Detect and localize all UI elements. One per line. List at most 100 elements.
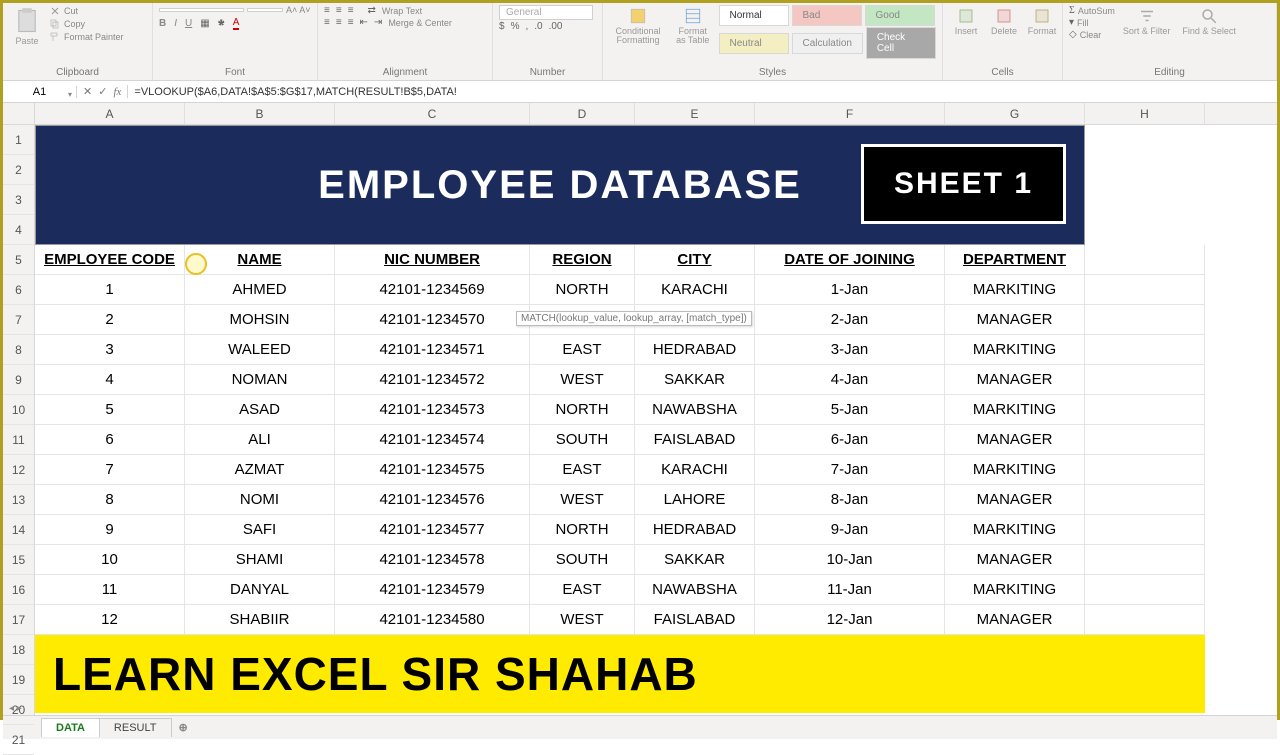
clear-button[interactable]: ◇Clear (1069, 29, 1115, 40)
table-row[interactable]: 10SHAMI42101-1234578SOUTHSAKKAR10-JanMAN… (35, 545, 1277, 575)
name-box[interactable]: A1 (3, 86, 77, 98)
col-header-G[interactable]: G (945, 103, 1085, 124)
cut-button[interactable]: Cut (49, 5, 124, 17)
row-header-12[interactable]: 12 (3, 455, 34, 485)
row-header-11[interactable]: 11 (3, 425, 34, 455)
row-header-1[interactable]: 1 (3, 125, 34, 155)
alignment-group-label: Alignment (324, 66, 486, 80)
style-neutral[interactable]: Neutral (719, 33, 789, 54)
row-header-3[interactable]: 3 (3, 185, 34, 215)
enter-formula-icon[interactable]: ✓ (98, 85, 107, 98)
col-header-F[interactable]: F (755, 103, 945, 124)
cells-group-label: Cells (949, 66, 1056, 80)
sort-filter-button[interactable]: Sort & Filter (1119, 5, 1175, 38)
row-header-21[interactable]: 21 (3, 725, 34, 755)
format-as-table-button[interactable]: Format as Table (671, 5, 715, 48)
number-format-dropdown[interactable]: General (499, 5, 593, 20)
worksheet-grid[interactable]: EMPLOYEE DATABASE SHEET 1 MATCH(lookup_v… (35, 125, 1277, 715)
number-group-label: Number (499, 66, 596, 80)
wrap-text-button[interactable]: Wrap Text (382, 6, 422, 16)
row-header-8[interactable]: 8 (3, 335, 34, 365)
styles-group-label: Styles (609, 66, 936, 80)
italic-button[interactable]: I (174, 18, 177, 29)
table-header: NAME (185, 245, 335, 275)
row-header-4[interactable]: 4 (3, 215, 34, 245)
table-row[interactable]: 6ALI42101-1234574SOUTHFAISLABAD6-JanMANA… (35, 425, 1277, 455)
row-headers[interactable]: 123456789101112131415161718192021 (3, 125, 35, 715)
style-good[interactable]: Good (865, 5, 935, 26)
format-painter-button[interactable]: Format Painter (49, 31, 124, 43)
format-cells-button[interactable]: Format (1025, 5, 1059, 38)
insert-cells-button[interactable]: Insert (949, 5, 983, 38)
table-row[interactable]: 12SHABIIR42101-1234580WESTFAISLABAD12-Ja… (35, 605, 1277, 635)
row-header-15[interactable]: 15 (3, 545, 34, 575)
tab-data[interactable]: DATA (41, 718, 100, 737)
style-calculation[interactable]: Calculation (792, 33, 863, 54)
autosum-button[interactable]: ΣAutoSum (1069, 5, 1115, 16)
copy-button[interactable]: Copy (49, 18, 124, 30)
row-header-18[interactable]: 18 (3, 635, 34, 665)
tab-result[interactable]: RESULT (99, 718, 172, 737)
tab-add[interactable]: ⊕ (171, 718, 196, 737)
row-header-14[interactable]: 14 (3, 515, 34, 545)
row-header-2[interactable]: 2 (3, 155, 34, 185)
table-header: NIC NUMBER (335, 245, 530, 275)
col-header-A[interactable]: A (35, 103, 185, 124)
title-banner: EMPLOYEE DATABASE SHEET 1 (35, 125, 1085, 245)
row-header-19[interactable]: 19 (3, 665, 34, 695)
style-check-cell[interactable]: Check Cell (866, 27, 936, 59)
find-select-button[interactable]: Find & Select (1178, 5, 1240, 38)
style-normal[interactable]: Normal (719, 5, 789, 26)
delete-cells-button[interactable]: Delete (987, 5, 1021, 38)
table-row[interactable]: 3WALEED42101-1234571EASTHEDRABAD3-JanMAR… (35, 335, 1277, 365)
col-header-B[interactable]: B (185, 103, 335, 124)
select-all-corner[interactable] (3, 103, 35, 125)
table-row[interactable]: 11DANYAL42101-1234579EASTNAWABSHA11-JanM… (35, 575, 1277, 605)
ribbon: Paste Cut Copy Format Painter Clipboard … (3, 3, 1277, 81)
fx-icon[interactable]: fx (113, 86, 121, 98)
formula-input[interactable]: =VLOOKUP($A6,DATA!$A$5:$G$17,MATCH(RESUL… (128, 86, 1277, 98)
row-header-9[interactable]: 9 (3, 365, 34, 395)
row-header-6[interactable]: 6 (3, 275, 34, 305)
style-bad[interactable]: Bad (792, 5, 862, 26)
row-header-5[interactable]: 5 (3, 245, 34, 275)
col-header-C[interactable]: C (335, 103, 530, 124)
table-row[interactable]: 7AZMAT42101-1234575EASTKARACHI7-JanMARKI… (35, 455, 1277, 485)
table-header: REGION (530, 245, 635, 275)
row-header-17[interactable]: 17 (3, 605, 34, 635)
table-header: DATE OF JOINING (755, 245, 945, 275)
conditional-formatting-button[interactable]: Conditional Formatting (609, 5, 667, 48)
table-row[interactable]: 9SAFI42101-1234577NORTHHEDRABAD9-JanMARK… (35, 515, 1277, 545)
row-header-13[interactable]: 13 (3, 485, 34, 515)
column-headers[interactable]: ABCDEFGH (35, 103, 1277, 125)
fill-color-button[interactable]: 🞴 (218, 16, 225, 31)
col-header-D[interactable]: D (530, 103, 635, 124)
table-header: EMPLOYEE CODE (35, 245, 185, 275)
page-title: EMPLOYEE DATABASE (318, 163, 802, 208)
cancel-formula-icon[interactable]: ✕ (83, 85, 92, 98)
fill-button[interactable]: ▾Fill (1069, 17, 1115, 28)
bold-button[interactable]: B (159, 18, 166, 29)
underline-button[interactable]: U (185, 18, 192, 29)
row-header-16[interactable]: 16 (3, 575, 34, 605)
function-tooltip: MATCH(lookup_value, lookup_array, [match… (516, 311, 752, 326)
table-header: DEPARTMENT (945, 245, 1085, 275)
formula-bar: A1 ✕ ✓ fx =VLOOKUP($A6,DATA!$A$5:$G$17,M… (3, 81, 1277, 103)
paste-button[interactable]: Paste (9, 5, 45, 48)
table-row[interactable]: 8NOMI42101-1234576WESTLAHORE8-JanMANAGER (35, 485, 1277, 515)
clipboard-group-label: Clipboard (9, 66, 146, 80)
col-header-E[interactable]: E (635, 103, 755, 124)
border-button[interactable]: ▦ (200, 18, 209, 29)
row-header-7[interactable]: 7 (3, 305, 34, 335)
editing-group-label: Editing (1069, 66, 1270, 80)
row-header-10[interactable]: 10 (3, 395, 34, 425)
footer-banner: LEARN EXCEL SIR SHAHAB (35, 635, 1205, 713)
tab-nav-arrows[interactable]: ◂ ▸ (9, 703, 22, 714)
sheet-badge: SHEET 1 (861, 144, 1066, 224)
table-row[interactable]: 4NOMAN42101-1234572WESTSAKKAR4-JanMANAGE… (35, 365, 1277, 395)
font-color-button[interactable]: A (233, 17, 240, 30)
col-header-H[interactable]: H (1085, 103, 1205, 124)
merge-center-button[interactable]: Merge & Center (388, 18, 452, 28)
table-row[interactable]: 5ASAD42101-1234573NORTHNAWABSHA5-JanMARK… (35, 395, 1277, 425)
table-row[interactable]: 1AHMED42101-1234569NORTHKARACHI1-JanMARK… (35, 275, 1277, 305)
